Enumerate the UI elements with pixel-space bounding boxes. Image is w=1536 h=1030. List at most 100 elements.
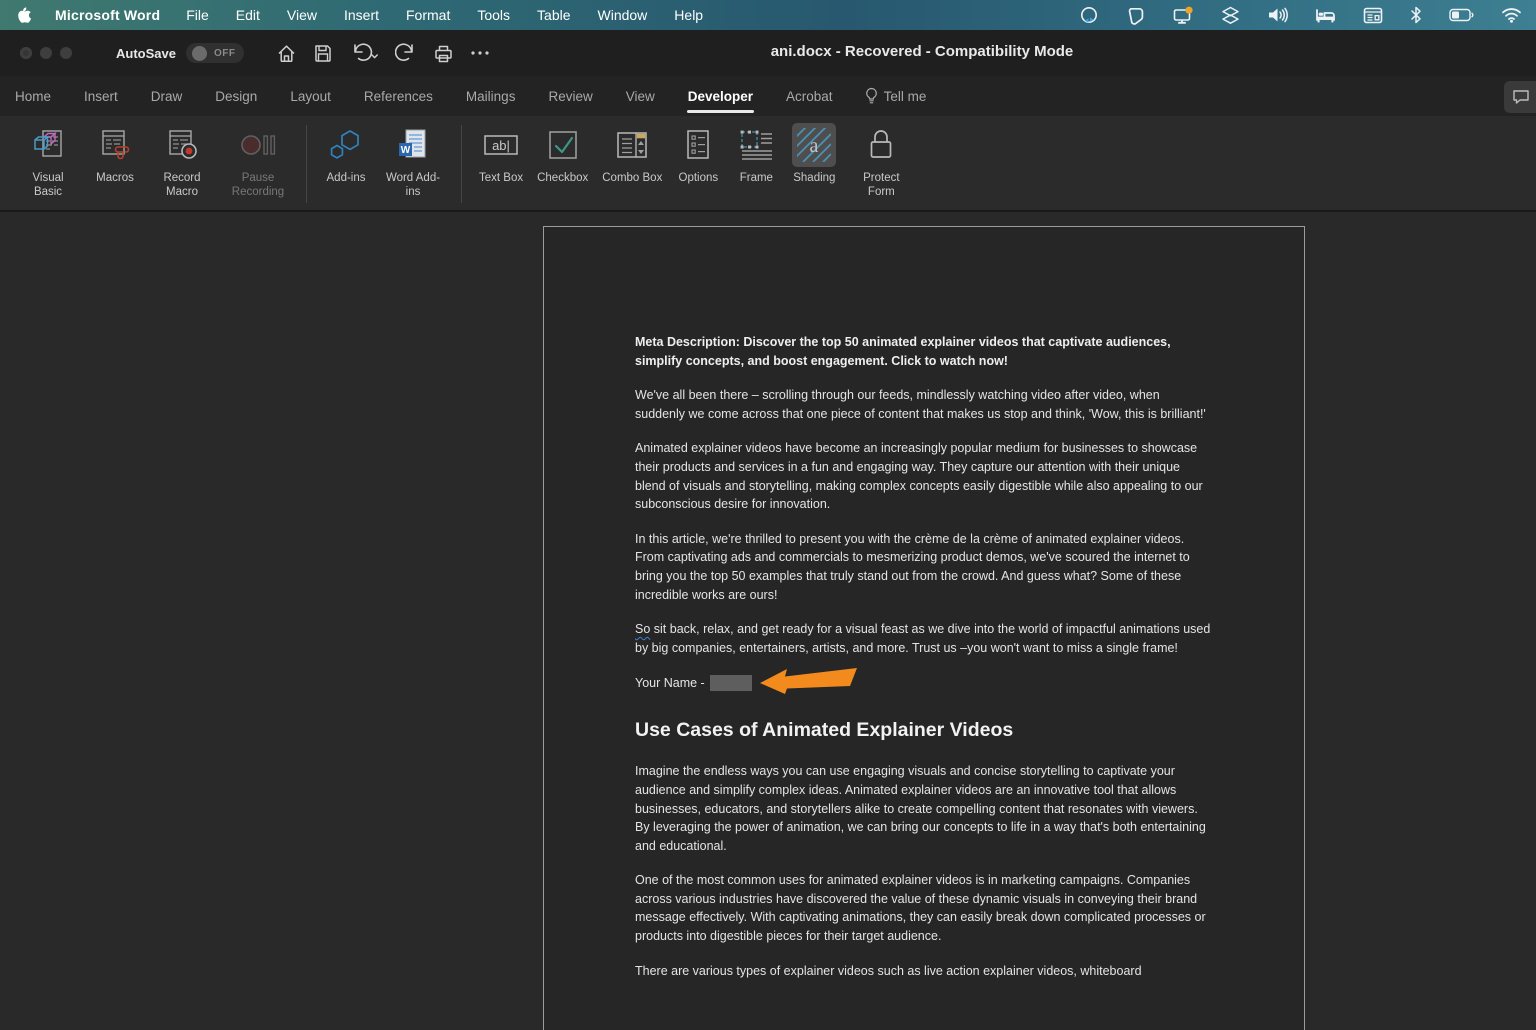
body-paragraph-3: In this article, we're thrilled to prese… <box>635 530 1211 604</box>
document-text-column: Meta Description: Discover the top 50 an… <box>635 227 1211 980</box>
volume-icon[interactable] <box>1267 6 1288 24</box>
autosave-label: AutoSave <box>116 46 176 61</box>
traffic-lights <box>20 47 72 59</box>
visual-basic-button[interactable]: Visual Basic <box>10 123 86 199</box>
shading-label: Shading <box>793 171 835 185</box>
tab-design[interactable]: Design <box>214 76 258 116</box>
tab-layout[interactable]: Layout <box>289 76 332 116</box>
tab-insert[interactable]: Insert <box>83 76 119 116</box>
apple-menu-icon[interactable] <box>18 6 33 24</box>
comment-icon <box>1512 89 1530 105</box>
body-paragraph-6: One of the most common uses for animated… <box>635 871 1211 945</box>
word-add-ins-label: Word Add-ins <box>382 171 444 199</box>
protect-form-icon <box>865 128 897 162</box>
display-alert-icon[interactable] <box>1173 6 1194 25</box>
macros-button[interactable]: Macros <box>86 123 144 185</box>
text-box-button[interactable]: ab| Text Box <box>472 123 530 185</box>
menu-edit[interactable]: Edit <box>236 7 260 23</box>
tab-developer[interactable]: Developer <box>687 76 754 116</box>
body-paragraph-7: There are various types of explainer vid… <box>635 962 1211 981</box>
print-icon[interactable] <box>433 43 454 64</box>
battery-icon[interactable] <box>1449 8 1474 22</box>
menu-file[interactable]: File <box>186 7 209 23</box>
autosave-toggle[interactable]: OFF <box>186 43 244 63</box>
menu-window[interactable]: Window <box>598 7 648 23</box>
frame-label: Frame <box>740 171 773 185</box>
creative-cloud-icon[interactable] <box>1080 6 1100 25</box>
body-paragraph-4-rest: sit back, relax, and get ready for a vis… <box>635 622 1210 655</box>
menu-help[interactable]: Help <box>674 7 703 23</box>
checkbox-button[interactable]: Checkbox <box>530 123 595 185</box>
tab-references[interactable]: References <box>363 76 434 116</box>
body-paragraph-5: Imagine the endless ways you can use eng… <box>635 762 1211 855</box>
close-window-button[interactable] <box>20 47 32 59</box>
checkbox-label: Checkbox <box>537 171 588 185</box>
pause-recording-button: Pause Recording <box>220 123 296 199</box>
minimize-window-button[interactable] <box>40 47 52 59</box>
undo-icon[interactable] <box>349 42 379 64</box>
document-page[interactable]: Meta Description: Discover the top 50 an… <box>543 226 1305 1030</box>
tell-me-label: Tell me <box>884 89 927 104</box>
save-icon[interactable] <box>313 43 333 63</box>
menu-insert[interactable]: Insert <box>344 7 379 23</box>
ribbon-group-divider <box>306 125 307 203</box>
combo-box-label: Combo Box <box>602 171 662 185</box>
menu-app-name[interactable]: Microsoft Word <box>55 7 160 23</box>
your-name-line: Your Name - <box>635 673 1211 693</box>
ribbon-developer-tools: Visual Basic Macros Record Macro Pause R… <box>0 116 1536 212</box>
section-heading: Use Cases of Animated Explainer Videos <box>635 719 1211 742</box>
tab-review[interactable]: Review <box>547 76 593 116</box>
notability-icon[interactable] <box>1127 6 1146 25</box>
record-macro-button[interactable]: Record Macro <box>144 123 220 199</box>
home-icon[interactable] <box>276 43 297 64</box>
wifi-icon[interactable] <box>1501 7 1522 23</box>
macros-label: Macros <box>96 171 134 185</box>
tab-view[interactable]: View <box>625 76 656 116</box>
checkbox-icon <box>547 129 579 161</box>
window-title-bar: AutoSave OFF ani.docx - Recovered - Comp… <box>0 30 1536 76</box>
tab-acrobat[interactable]: Acrobat <box>785 76 834 116</box>
comments-button[interactable] <box>1504 81 1536 113</box>
orange-arrow-annotation <box>760 667 858 695</box>
pause-recording-icon <box>239 128 277 162</box>
input-source-icon[interactable] <box>1363 7 1383 24</box>
tab-mailings[interactable]: Mailings <box>465 76 517 116</box>
body-paragraph-2: Animated explainer videos have become an… <box>635 439 1211 513</box>
document-canvas[interactable]: Meta Description: Discover the top 50 an… <box>0 212 1536 1030</box>
add-ins-icon <box>328 128 364 162</box>
name-form-field[interactable] <box>710 675 752 691</box>
word-add-ins-button[interactable]: W Word Add-ins <box>375 123 451 199</box>
shading-icon: a <box>797 128 831 162</box>
redo-icon[interactable] <box>395 42 417 64</box>
zoom-window-button[interactable] <box>60 47 72 59</box>
options-button[interactable]: Options <box>669 123 727 185</box>
frame-button[interactable]: Frame <box>727 123 785 185</box>
tell-me-control[interactable]: Tell me <box>865 76 927 116</box>
meta-description-paragraph: Meta Description: Discover the top 50 an… <box>635 333 1211 370</box>
quick-access-toolbar <box>276 42 490 64</box>
shading-button[interactable]: a Shading <box>785 123 843 185</box>
protect-form-button[interactable]: Protect Form <box>843 123 919 199</box>
stage-manager-icon[interactable] <box>1221 6 1240 25</box>
svg-text:W: W <box>401 145 411 156</box>
protect-form-label: Protect Form <box>850 171 912 199</box>
svg-text:ab|: ab| <box>492 138 510 153</box>
frame-icon <box>738 129 774 161</box>
menu-table[interactable]: Table <box>537 7 570 23</box>
tab-home[interactable]: Home <box>14 76 52 116</box>
menu-format[interactable]: Format <box>406 7 450 23</box>
options-label: Options <box>679 171 719 185</box>
undo-chevron-icon <box>372 55 377 58</box>
lightbulb-icon <box>865 87 878 105</box>
combo-box-icon <box>615 129 649 161</box>
record-macro-label: Record Macro <box>151 171 213 199</box>
add-ins-button[interactable]: Add-ins <box>317 123 375 185</box>
amphetamine-bed-icon[interactable] <box>1315 6 1336 24</box>
tab-draw[interactable]: Draw <box>150 76 184 116</box>
more-icon[interactable] <box>470 50 490 56</box>
menu-view[interactable]: View <box>287 7 317 23</box>
autosave-state: OFF <box>214 48 236 59</box>
bluetooth-icon[interactable] <box>1410 6 1422 24</box>
menu-tools[interactable]: Tools <box>477 7 510 23</box>
combo-box-button[interactable]: Combo Box <box>595 123 669 185</box>
